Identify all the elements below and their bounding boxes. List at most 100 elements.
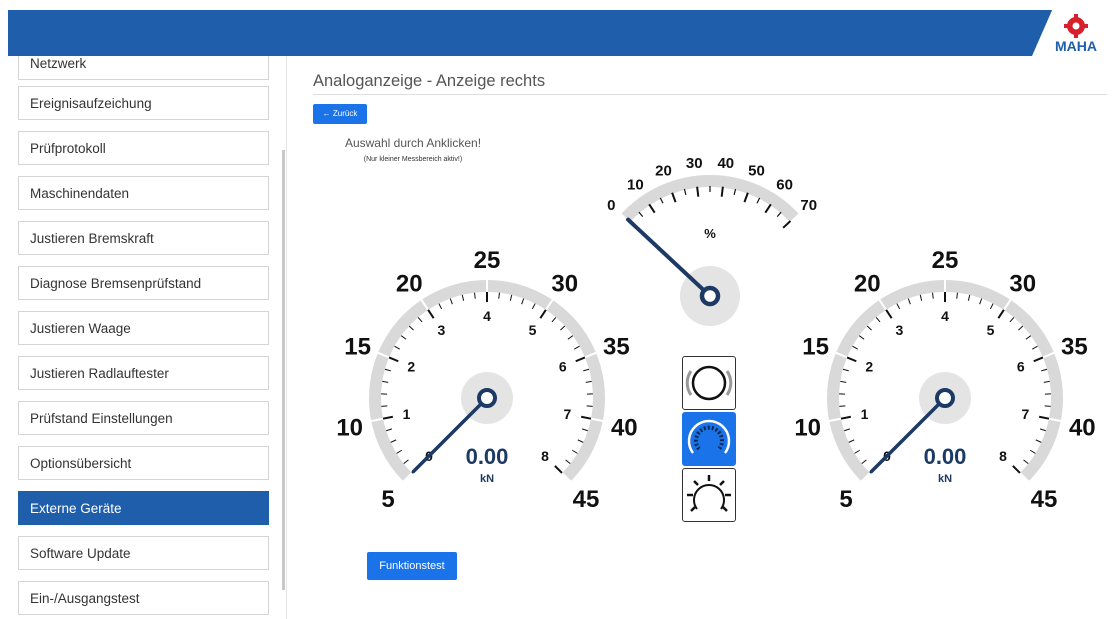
sidebar-item[interactable]: Justieren Bremskraft: [18, 221, 269, 255]
outer-scale-label: 20: [854, 271, 881, 298]
minor-tick: [866, 325, 872, 331]
outer-scale-label: 40: [1069, 414, 1096, 441]
minor-tick: [1041, 368, 1048, 372]
minor-tick: [1009, 317, 1015, 323]
minor-tick: [574, 345, 580, 350]
sidebar-item[interactable]: Optionsübersicht: [18, 446, 269, 480]
minor-tick: [417, 317, 423, 323]
sidebar-item[interactable]: Ereignisaufzeichung: [18, 86, 269, 120]
major-tick: [382, 415, 394, 420]
sidebar-item[interactable]: Prüfprotokoll: [18, 131, 269, 165]
mode-button-sun-dial[interactable]: [682, 468, 736, 522]
dial-icon: [687, 419, 731, 454]
sidebar-item[interactable]: Maschinendaten: [18, 176, 269, 210]
major-tick: [539, 309, 547, 319]
sidebar-item[interactable]: Ein-/Ausgangstest: [18, 581, 269, 615]
selection-hint: Auswahl durch Anklicken!: [344, 136, 482, 150]
outer-scale-label: 25: [474, 247, 501, 274]
percent-scale-label: 0: [607, 197, 615, 214]
outer-scale-label: 15: [802, 333, 829, 360]
minor-tick: [861, 459, 867, 465]
sidebar-item[interactable]: Diagnose Bremsenprüfstand: [18, 266, 269, 300]
inner-scale-label: 5: [987, 322, 995, 338]
minor-tick: [531, 303, 536, 310]
minor-tick: [956, 292, 958, 299]
inner-scale-label: 2: [407, 359, 415, 375]
sidebar-item[interactable]: Software Update: [18, 536, 269, 570]
outer-scale-label: 5: [839, 486, 852, 513]
outer-scale-label: 25: [932, 247, 959, 274]
minor-tick: [1030, 449, 1036, 454]
major-tick: [720, 186, 724, 197]
inner-scale-label: 1: [861, 406, 869, 422]
major-tick: [743, 192, 749, 203]
mode-button-ring[interactable]: [682, 356, 736, 410]
sidebar: Netzwerk Ereignisaufzeichung Prüfprotokoll…: [0, 56, 282, 619]
major-tick: [1038, 415, 1050, 420]
sidebar-item[interactable]: Justieren Waage: [18, 311, 269, 345]
outer-scale-label: 45: [573, 486, 600, 513]
major-tick: [1012, 465, 1021, 474]
minor-tick: [896, 303, 901, 310]
outer-scale-label: 15: [344, 333, 371, 360]
inner-scale-label: 1: [403, 406, 411, 422]
minor-tick: [572, 449, 578, 454]
minor-tick: [394, 345, 400, 350]
maha-logo: MAHA: [1055, 14, 1097, 54]
minor-tick: [659, 197, 664, 204]
minor-tick: [840, 380, 847, 383]
inner-scale-label: 7: [1022, 406, 1030, 422]
sidebar-item[interactable]: Prüfstand Einstellungen: [18, 401, 269, 435]
outer-scale-label: 10: [794, 414, 821, 441]
left-readout: 0.00: [466, 444, 509, 469]
inner-scale-label: 3: [896, 322, 904, 338]
page-title: Analoganzeige - Anzeige rechts: [313, 72, 546, 90]
back-button[interactable]: ← Zurück: [313, 104, 367, 124]
minor-tick: [396, 449, 402, 454]
minor-tick: [1023, 459, 1029, 465]
title-divider: [313, 94, 1107, 95]
inner-scale-label: 6: [559, 359, 567, 375]
minor-tick: [565, 459, 571, 465]
major-tick: [885, 309, 893, 319]
minor-tick: [907, 298, 911, 305]
percent-scale-label: 10: [627, 177, 644, 194]
minor-tick: [854, 449, 860, 454]
minor-tick: [852, 345, 858, 350]
major-tick: [554, 465, 563, 474]
major-tick: [840, 415, 852, 420]
major-tick: [648, 203, 656, 214]
minor-tick: [967, 294, 971, 301]
sun-dial-icon: [687, 475, 731, 512]
right-force-gauge[interactable]: 51015202530354045012345678 0.00 kN: [778, 238, 1108, 513]
minor-tick: [403, 459, 409, 465]
mode-button-dial[interactable]: [682, 412, 736, 466]
left-force-gauge[interactable]: 51015202530354045012345678 0.00 kN: [320, 238, 650, 513]
sidebar-item[interactable]: Externe Geräte: [18, 491, 269, 525]
minor-tick: [509, 294, 513, 301]
minor-tick: [449, 298, 453, 305]
outer-scale-label: 5: [381, 486, 394, 513]
minor-tick: [1039, 428, 1046, 432]
minor-tick: [875, 317, 881, 323]
sidebar-item[interactable]: Netzwerk: [18, 56, 269, 80]
sidebar-scrollbar[interactable]: [282, 150, 285, 590]
major-tick: [575, 356, 586, 363]
sidebar-divider: [286, 56, 287, 619]
percent-scale-label: 30: [686, 155, 703, 172]
minor-tick: [400, 335, 407, 340]
minor-tick: [581, 428, 588, 432]
percent-unit-label: %: [704, 226, 716, 241]
minor-tick: [438, 303, 443, 310]
major-tick: [782, 220, 792, 229]
function-test-button[interactable]: Funktionstest: [367, 552, 457, 580]
minor-tick: [989, 303, 994, 310]
left-unit-label: kN: [480, 473, 494, 485]
outer-scale-label: 30: [1009, 271, 1036, 298]
minor-tick: [1025, 335, 1032, 340]
sidebar-item[interactable]: Justieren Radlauftester: [18, 356, 269, 390]
minor-tick: [382, 380, 389, 383]
inner-scale-label: 4: [941, 308, 949, 324]
minor-tick: [521, 298, 525, 305]
percent-scale-label: 20: [655, 162, 672, 179]
